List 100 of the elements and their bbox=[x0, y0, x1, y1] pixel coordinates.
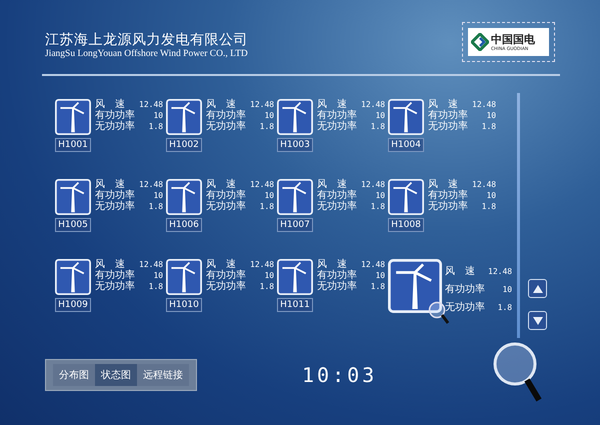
reading-value: 1.8 bbox=[370, 201, 386, 212]
reading-label: 有功功率 bbox=[428, 110, 468, 121]
scroll-down-button[interactable] bbox=[528, 311, 547, 330]
reading-value: 10 bbox=[152, 270, 164, 281]
turbine-label[interactable]: H1003 bbox=[277, 138, 313, 152]
diamond-logo-icon bbox=[471, 33, 489, 51]
turbine-label[interactable]: H1004 bbox=[388, 138, 424, 152]
reading-label: 无功功率 bbox=[206, 281, 246, 292]
clock: 10:03 bbox=[302, 363, 378, 387]
reading-value: 12.48 bbox=[361, 99, 386, 110]
wind-turbine-icon[interactable] bbox=[166, 99, 202, 135]
reading-label: 风 速 bbox=[95, 259, 125, 270]
reading-label: 有功功率 bbox=[95, 110, 135, 121]
wind-turbine-icon[interactable] bbox=[166, 179, 202, 215]
reading-value: 10 bbox=[374, 270, 386, 281]
turbine-label[interactable]: H1009 bbox=[55, 298, 91, 312]
reading-label: 有功功率 bbox=[206, 110, 246, 121]
reading-label: 有功功率 bbox=[428, 190, 468, 201]
reading-label: 风 速 bbox=[206, 99, 236, 110]
turbine-label[interactable]: H1008 bbox=[388, 218, 424, 232]
reading-value: 10 bbox=[485, 190, 496, 201]
search-icon[interactable] bbox=[493, 342, 543, 404]
view-tab[interactable]: 分布图 bbox=[53, 364, 95, 386]
view-tab[interactable]: 状态图 bbox=[95, 364, 137, 386]
reading-value: 10 bbox=[263, 270, 274, 281]
view-tab[interactable]: 远程链接 bbox=[137, 364, 189, 386]
reading-value: 12.48 bbox=[139, 179, 164, 190]
reading-label: 风 速 bbox=[428, 99, 458, 110]
company-subtitle: JiangSu LongYouan Offshore Wind Power CO., LTD bbox=[45, 49, 248, 59]
reading-value: 12.48 bbox=[361, 179, 386, 190]
reading-label: 有功功率 bbox=[445, 282, 485, 297]
reading-label: 无功功率 bbox=[317, 281, 357, 292]
reading-label: 无功功率 bbox=[317, 121, 357, 132]
reading-label: 风 速 bbox=[206, 259, 236, 270]
reading-label: 有功功率 bbox=[317, 110, 357, 121]
reading-value: 1.8 bbox=[148, 121, 164, 132]
reading-value: 10 bbox=[152, 110, 164, 121]
wind-turbine-icon[interactable] bbox=[277, 179, 313, 215]
reading-label: 风 速 bbox=[317, 99, 347, 110]
turbine-label[interactable]: H1001 bbox=[55, 138, 91, 152]
wind-turbine-icon[interactable] bbox=[388, 259, 442, 313]
turbine-label[interactable]: H1006 bbox=[166, 218, 202, 232]
reading-value: 12.48 bbox=[250, 179, 274, 190]
logo-name: 中国国电 bbox=[491, 32, 535, 46]
wind-turbine-icon[interactable] bbox=[55, 259, 91, 295]
reading-value: 1.8 bbox=[370, 281, 386, 292]
reading-label: 无功功率 bbox=[428, 121, 468, 132]
reading-value: 10 bbox=[485, 110, 496, 121]
wind-turbine-icon[interactable] bbox=[277, 259, 313, 295]
reading-value: 10 bbox=[374, 110, 386, 121]
reading-value: 10 bbox=[152, 190, 164, 201]
up-triangle-icon bbox=[532, 284, 542, 292]
reading-label: 有功功率 bbox=[317, 190, 357, 201]
turbine-label[interactable]: H1005 bbox=[55, 218, 91, 232]
turbine-label[interactable]: H1002 bbox=[166, 138, 202, 152]
reading-value: 1.8 bbox=[258, 121, 274, 132]
reading-label: 无功功率 bbox=[428, 201, 468, 212]
wind-turbine-icon[interactable] bbox=[55, 179, 91, 215]
wind-turbine-icon[interactable] bbox=[277, 99, 313, 135]
reading-label: 无功功率 bbox=[206, 121, 246, 132]
reading-value: 12.48 bbox=[472, 179, 496, 190]
reading-value: 12.48 bbox=[250, 99, 274, 110]
turbine-label[interactable]: H1010 bbox=[166, 298, 202, 312]
reading-value: 10 bbox=[263, 190, 274, 201]
reading-value: 1.8 bbox=[258, 201, 274, 212]
wind-turbine-icon[interactable] bbox=[55, 99, 91, 135]
reading-label: 有功功率 bbox=[206, 190, 246, 201]
reading-value: 12.48 bbox=[361, 259, 386, 270]
reading-label: 风 速 bbox=[206, 179, 236, 190]
reading-value: 12.48 bbox=[139, 259, 164, 270]
turbine-label[interactable]: H1007 bbox=[277, 218, 313, 232]
reading-label: 无功功率 bbox=[95, 121, 135, 132]
reading-value: 1.8 bbox=[480, 121, 496, 132]
wind-turbine-icon[interactable] bbox=[388, 99, 424, 135]
reading-value: 10 bbox=[374, 190, 386, 201]
reading-value: 1.8 bbox=[148, 281, 164, 292]
turbine-label[interactable]: H1011 bbox=[277, 298, 313, 312]
reading-value: 1.8 bbox=[480, 201, 496, 212]
reading-label: 风 速 bbox=[317, 179, 347, 190]
reading-label: 风 速 bbox=[445, 264, 476, 279]
reading-value: 1.8 bbox=[370, 121, 386, 132]
down-triangle-icon bbox=[532, 316, 542, 324]
reading-label: 风 速 bbox=[428, 179, 458, 190]
wind-turbine-icon[interactable] bbox=[166, 259, 202, 295]
wind-turbine-icon[interactable] bbox=[388, 179, 424, 215]
reading-label: 无功功率 bbox=[206, 201, 246, 212]
reading-label: 风 速 bbox=[95, 179, 125, 190]
reading-label: 有功功率 bbox=[95, 190, 135, 201]
company-title: 江苏海上龙源风力发电有限公司 bbox=[45, 31, 248, 49]
reading-value: 10 bbox=[501, 284, 512, 296]
reading-value: 1.8 bbox=[258, 281, 274, 292]
scroll-up-button[interactable] bbox=[528, 279, 547, 298]
reading-label: 无功功率 bbox=[317, 201, 357, 212]
reading-value: 12.48 bbox=[488, 266, 512, 278]
reading-label: 无功功率 bbox=[95, 201, 135, 212]
reading-label: 风 速 bbox=[95, 99, 125, 110]
reading-label: 无功功率 bbox=[445, 300, 485, 315]
reading-label: 风 速 bbox=[317, 259, 347, 270]
reading-label: 有功功率 bbox=[206, 270, 246, 281]
reading-value: 1.8 bbox=[496, 302, 512, 314]
